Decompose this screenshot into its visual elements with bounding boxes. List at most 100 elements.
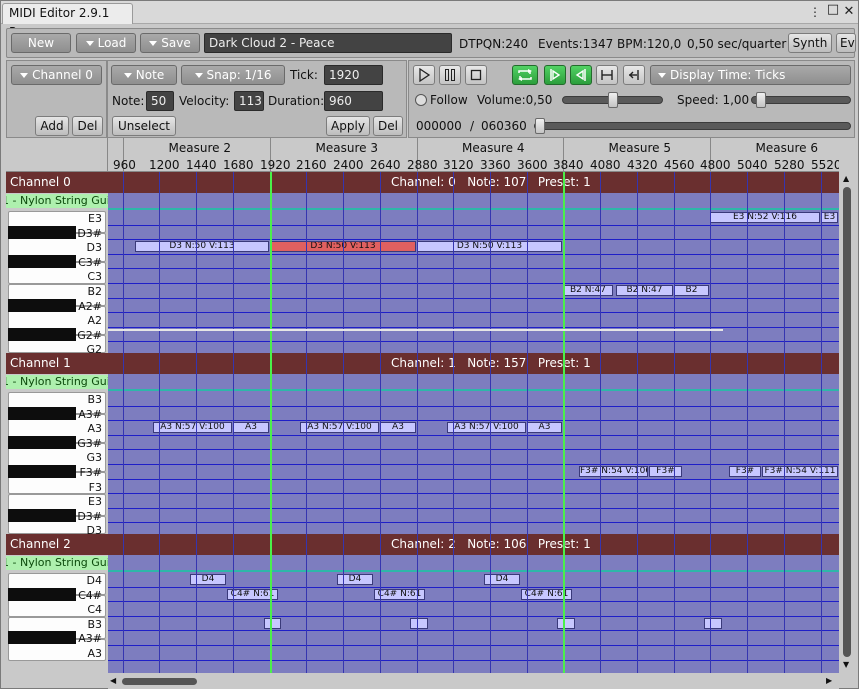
midi-note[interactable]: B2 N:47 xyxy=(616,285,673,296)
midi-note[interactable] xyxy=(410,618,428,629)
tick-input[interactable]: 1920 xyxy=(324,65,383,85)
vertical-scrollbar[interactable]: ▲ ▼ xyxy=(839,172,855,673)
midi-note[interactable]: A3 N:57 V:100 xyxy=(153,422,232,433)
scroll-down-icon[interactable]: ▼ xyxy=(843,660,849,669)
position-slider-thumb[interactable] xyxy=(535,118,545,134)
note-grid[interactable]: Channel: 0 Note: 107 Preset: 1 E3 N:52 V:… xyxy=(108,172,839,673)
pause-icon[interactable] xyxy=(439,65,461,85)
instrument-label: 1 - Nylon String Guitar xyxy=(6,194,108,208)
unselect-button[interactable]: Unselect xyxy=(112,116,176,136)
horizontal-scrollbar[interactable]: ◀ ▶ xyxy=(108,673,839,689)
scroll-left-icon[interactable]: ◀ xyxy=(110,676,116,685)
maximize-icon[interactable]: □ xyxy=(825,2,841,18)
speed-slider-thumb[interactable] xyxy=(756,92,767,108)
midi-note[interactable]: E3 xyxy=(821,212,838,223)
channel-header-label: Channel 1 xyxy=(6,353,108,374)
delete-note-button[interactable]: Del xyxy=(373,116,403,136)
duration-input[interactable]: 960 xyxy=(324,91,383,111)
horizontal-scroll-thumb[interactable] xyxy=(122,678,197,685)
beat-gridline xyxy=(821,172,822,673)
follow-back-icon[interactable] xyxy=(570,65,592,85)
range-icon[interactable] xyxy=(596,65,618,85)
apply-button[interactable]: Apply xyxy=(326,116,370,136)
key-label: C3# xyxy=(78,256,102,269)
piano-black-key[interactable] xyxy=(8,407,76,420)
loop-icon[interactable] xyxy=(512,65,538,85)
pitch-row-line xyxy=(108,479,839,480)
midi-note[interactable]: F3# xyxy=(729,466,761,477)
pitch-row-line xyxy=(108,312,839,313)
chevron-down-icon xyxy=(85,41,94,46)
midi-note[interactable]: A3 N:57 V:100 xyxy=(300,422,379,433)
follow-forward-icon[interactable] xyxy=(544,65,566,85)
midi-note[interactable]: A3 xyxy=(527,422,562,433)
follow-checkbox[interactable] xyxy=(415,94,427,106)
midi-note[interactable] xyxy=(557,618,575,629)
cursor-line xyxy=(108,329,723,331)
ruler-corner xyxy=(6,138,108,172)
midi-note[interactable]: F3# N:54 V:111 xyxy=(762,466,838,477)
volume-slider-thumb[interactable] xyxy=(607,92,618,108)
edit-mode-select[interactable]: Note xyxy=(111,65,177,85)
synth-button[interactable]: Synth xyxy=(788,33,832,53)
channel-select[interactable]: Channel 0 xyxy=(11,65,102,85)
midi-note[interactable] xyxy=(704,618,722,629)
new-button[interactable]: New xyxy=(11,33,71,53)
scroll-up-icon[interactable]: ▲ xyxy=(843,174,849,183)
measure-label: Measure 6 xyxy=(755,141,818,155)
speed-slider[interactable] xyxy=(751,92,851,108)
piano-black-key[interactable] xyxy=(8,255,76,268)
stop-icon[interactable] xyxy=(465,65,487,85)
timeline-ruler[interactable]: Measure 2 Measure 3 Measure 4 Measure 5 Meas… xyxy=(108,138,839,172)
tick-label: Tick: xyxy=(290,68,318,82)
dtpqn-label: DTPQN:240 xyxy=(459,37,529,51)
piano-black-key[interactable] xyxy=(8,436,76,449)
scroll-right-icon[interactable]: ▶ xyxy=(826,676,832,685)
vertical-scroll-thumb[interactable] xyxy=(843,187,851,657)
note-label: Note: xyxy=(112,94,145,108)
chevron-down-icon xyxy=(658,73,666,78)
volume-slider[interactable] xyxy=(562,92,663,108)
menu-icon[interactable]: ⋮ xyxy=(807,4,823,20)
midi-note[interactable]: B2 N:47 xyxy=(563,285,613,296)
velocity-input[interactable]: 113 xyxy=(234,91,264,111)
events-button[interactable]: Ev xyxy=(836,33,856,53)
piano-black-key[interactable] xyxy=(8,328,76,341)
piano-black-key[interactable] xyxy=(8,509,76,522)
save-button[interactable]: Save xyxy=(140,33,200,53)
midi-note[interactable]: A3 N:57 V:100 xyxy=(447,422,526,433)
display-time-select[interactable]: Display Time: Ticks xyxy=(650,65,851,85)
midi-note[interactable]: A3 xyxy=(233,422,269,433)
position-slider[interactable] xyxy=(534,118,851,134)
midi-note[interactable]: B2 xyxy=(674,285,709,296)
channel-header-label: Channel 0 xyxy=(6,172,108,193)
piano-black-key[interactable] xyxy=(8,631,76,644)
midi-note[interactable]: D3 N:50 V:113 xyxy=(135,241,269,252)
song-name-input[interactable]: Dark Cloud 2 - Peace xyxy=(204,33,452,53)
play-icon[interactable] xyxy=(413,65,435,85)
instrument-name: 1 - Nylon String Guitar xyxy=(6,194,108,207)
piano-black-key[interactable] xyxy=(8,299,76,312)
pitch-row-line xyxy=(108,587,839,588)
pitch-row-line xyxy=(108,327,839,328)
pitch-row-line xyxy=(108,630,839,631)
midi-note[interactable]: A3 xyxy=(380,422,416,433)
piano-black-key[interactable] xyxy=(8,465,76,478)
chevron-down-icon xyxy=(149,41,158,46)
note-input[interactable]: 50 xyxy=(146,91,174,111)
beat-gridline xyxy=(600,172,601,673)
tick-label: 5520 xyxy=(811,158,839,172)
close-icon[interactable]: ✕ xyxy=(841,4,857,20)
delete-channel-button[interactable]: Del xyxy=(72,116,103,136)
snap-select[interactable]: Snap: 1/16 xyxy=(181,65,285,85)
instrument-label: 1 - Nylon String Guitar xyxy=(6,556,108,570)
midi-note[interactable]: F3# xyxy=(649,466,682,477)
piano-black-key[interactable] xyxy=(8,226,76,239)
snap-to-cursor-icon[interactable] xyxy=(623,65,645,85)
midi-note[interactable]: E3 N:52 V:116 xyxy=(710,212,820,223)
midi-note[interactable] xyxy=(264,618,281,629)
edit-mode-label: Note xyxy=(135,68,165,82)
add-channel-button[interactable]: Add xyxy=(35,116,69,136)
load-button[interactable]: Load xyxy=(76,33,136,53)
piano-black-key[interactable] xyxy=(8,588,76,601)
